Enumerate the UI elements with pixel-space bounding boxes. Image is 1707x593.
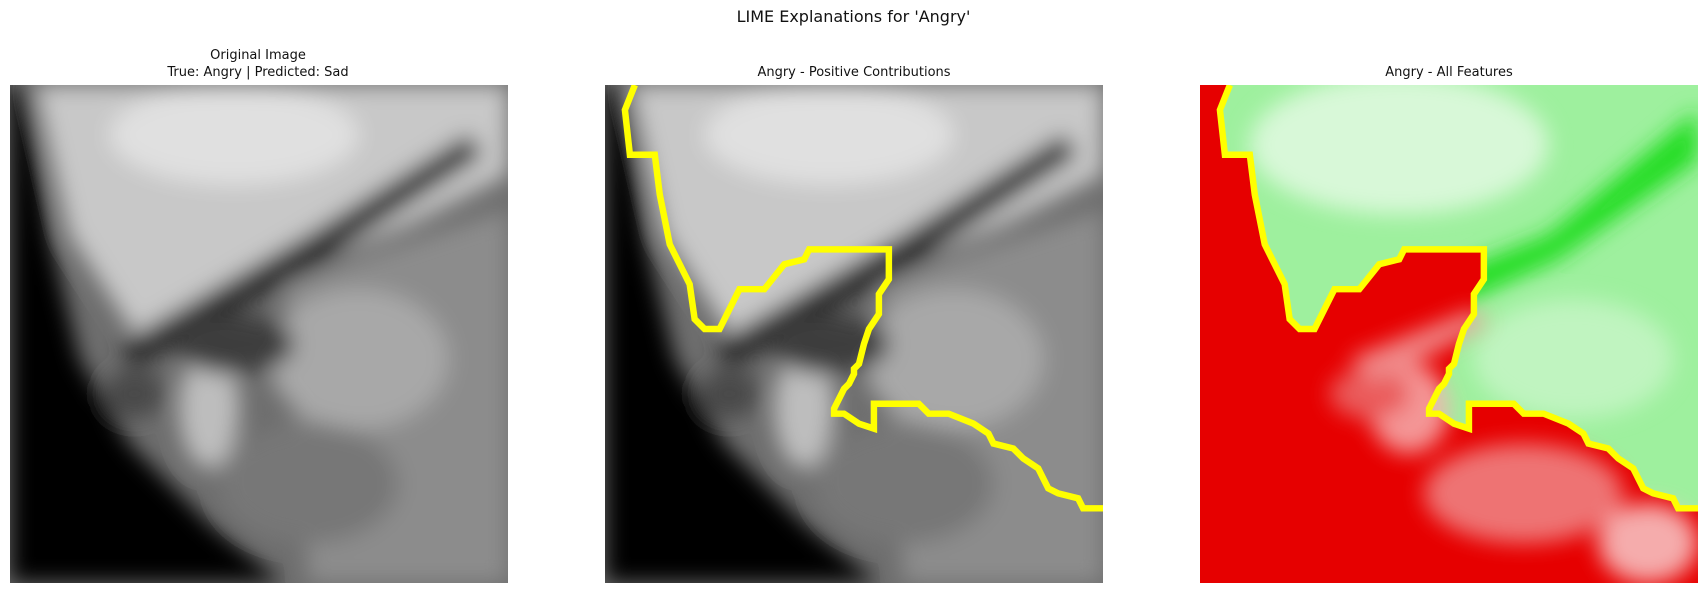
- panel-title-original: Original Image True: Angry | Predicted: …: [8, 47, 508, 81]
- positive-contributions-image: [605, 85, 1103, 583]
- panel-title-line2: True: Angry | Predicted: Sad: [167, 65, 349, 80]
- figure-title: LIME Explanations for 'Angry': [736, 7, 971, 26]
- panel-title-line1: Original Image: [210, 48, 306, 63]
- original-image: [10, 85, 508, 583]
- panel-title-positive: Angry - Positive Contributions: [757, 65, 951, 80]
- all-features-image: [1200, 85, 1698, 583]
- panel-title-all-features: Angry - All Features: [1385, 65, 1513, 80]
